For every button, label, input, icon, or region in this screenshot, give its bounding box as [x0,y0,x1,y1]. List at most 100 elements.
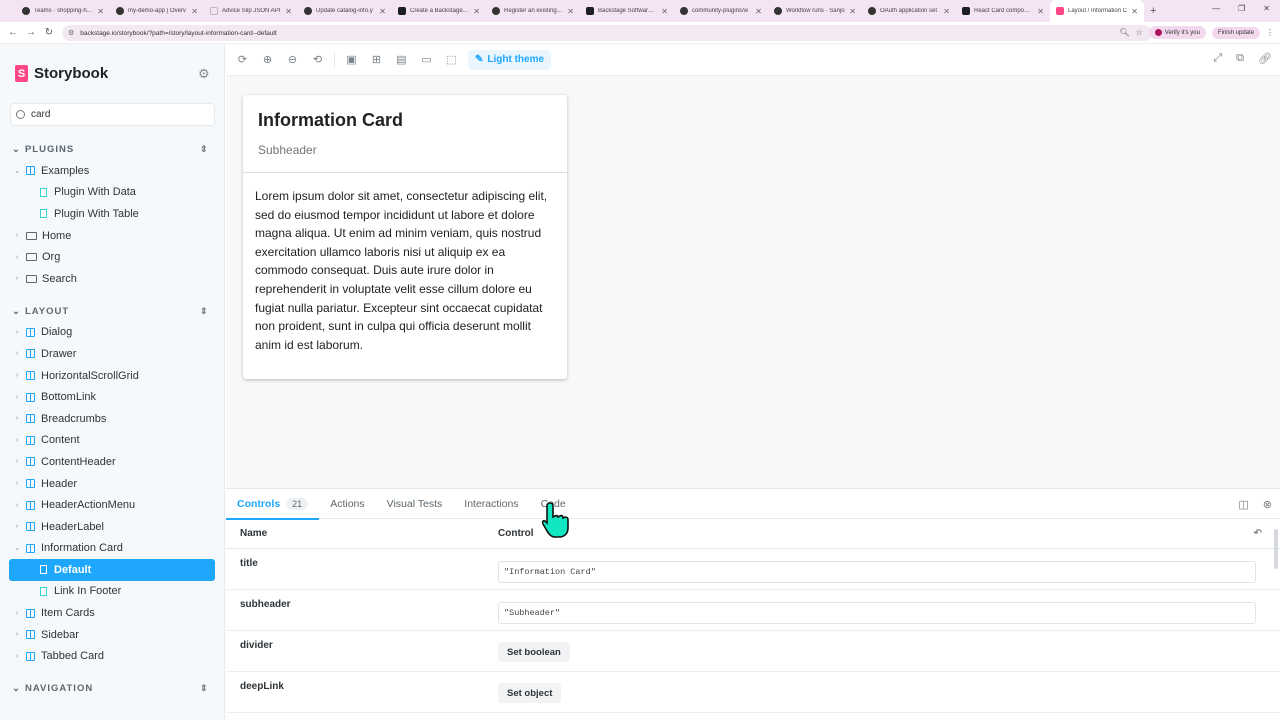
zoom-in-icon[interactable]: ⊕ [255,53,280,66]
browser-tab-backstage-software-ca[interactable]: Backstage Software Ca ✕ [580,0,674,22]
copy-link-icon[interactable]: 🔗︎ [1258,52,1272,65]
close-window-icon[interactable]: ✕ [1263,4,1270,13]
expand-collapse-icon[interactable]: ⇕ [200,683,209,694]
settings-gear-icon[interactable]: ⚙ [198,66,210,82]
restore-icon[interactable]: ❐ [1238,4,1245,13]
close-tab-icon[interactable]: ✕ [191,7,198,16]
control-set-button[interactable]: Set object [498,683,562,703]
browser-tab-register-an-existing-co[interactable]: Register an existing co ✕ [486,0,580,22]
browser-tab-advice-slip-json-api[interactable]: Advice Slip JSON API ✕ [204,0,298,22]
expand-collapse-icon[interactable]: ⇕ [200,306,209,317]
sidebar-item-search[interactable]: › Search [0,268,224,290]
browser-tab-update-catalog-info-y[interactable]: Update catalog-info.y ✕ [298,0,392,22]
section-navigation[interactable]: ⌄ NAVIGATION ⇕ [0,678,224,699]
measure-icon[interactable]: ▭ [414,53,439,66]
sidebar-item-label: ContentHeader [41,455,116,468]
tab-controls[interactable]: Controls 21 [226,489,320,520]
viewport-icon[interactable]: ▤ [389,53,414,66]
panel-scrollbar[interactable] [1274,529,1278,569]
sidebar-item-horizontalscrollgrid[interactable]: › HorizontalScrollGrid [0,365,224,387]
outline-icon[interactable]: ⬚ [439,53,464,66]
close-tab-icon[interactable]: ✕ [661,7,668,16]
bookmark-star-icon[interactable]: ☆ [1136,28,1143,37]
close-tab-icon[interactable]: ✕ [567,7,574,16]
reload-icon[interactable]: ↻ [40,27,58,38]
close-tab-icon[interactable]: ✕ [1131,7,1138,16]
sidebar-item-information-card[interactable]: ⌄ Information Card [0,538,224,560]
close-tab-icon[interactable]: ✕ [379,7,386,16]
sidebar-item-dialog[interactable]: › Dialog [0,322,224,344]
forward-icon[interactable]: → [22,27,40,38]
storybook-brand[interactable]: S Storybook [15,65,108,82]
control-text-input[interactable]: "Information Card" [498,561,1256,583]
sidebar-search-input[interactable]: card [10,103,215,126]
close-panel-icon[interactable]: ⊗ [1263,498,1272,511]
section-layout[interactable]: ⌄ LAYOUT ⇕ [0,301,224,322]
sidebar-item-headeractionmenu[interactable]: › HeaderActionMenu [0,494,224,516]
finish-update-button[interactable]: Finish update [1211,26,1260,39]
sidebar-item-drawer[interactable]: › Drawer [0,343,224,365]
browser-tab-create-a-backstage-pl[interactable]: Create a Backstage Pl ✕ [392,0,486,22]
browser-menu-icon[interactable]: ⋮ [1266,28,1274,37]
open-new-tab-icon[interactable]: ⧉ [1236,52,1244,65]
chevron-right-icon: › [15,652,19,660]
sidebar-item-item-cards[interactable]: › Item Cards [0,602,224,624]
close-tab-icon[interactable]: ✕ [285,7,292,16]
browser-tab-layout-information-c[interactable]: Layout / Information C ✕ [1050,0,1144,22]
sidebar-item-plugin-with-data[interactable]: Plugin With Data [0,182,224,204]
sidebar-item-contentheader[interactable]: › ContentHeader [0,451,224,473]
tab-actions[interactable]: Actions [319,489,375,519]
close-tab-icon[interactable]: ✕ [1037,7,1044,16]
grid-icon[interactable]: ⊞ [364,53,389,66]
expand-collapse-icon[interactable]: ⇕ [200,144,209,155]
sidebar-item-link-in-footer[interactable]: Link In Footer [0,581,224,603]
browser-tab-workflow-runs-sanjo[interactable]: Workflow runs · Sanjo ✕ [768,0,862,22]
zoom-out-icon[interactable]: ⊖ [280,53,305,66]
back-icon[interactable]: ← [4,27,22,38]
url-field[interactable]: ⚙ backstage.io/storybook/?path=/story/la… [62,25,1152,41]
browser-tab-react-card-componen[interactable]: React Card componen ✕ [956,0,1050,22]
theme-switch-button[interactable]: ✎ Light theme [468,49,552,70]
new-tab-icon[interactable]: + [1150,5,1156,17]
browser-tab-oauth-application-set[interactable]: OAuth application set ✕ [862,0,956,22]
fullscreen-icon[interactable]: ⤢ [1213,52,1222,65]
sidebar-item-tabbed-card[interactable]: › Tabbed Card [0,645,224,667]
browser-tab-community-plugins-w[interactable]: community-plugins/w ✕ [674,0,768,22]
close-tab-icon[interactable]: ✕ [943,7,950,16]
sidebar-item-label: Examples [41,164,90,177]
sidebar-item-sidebar[interactable]: › Sidebar [0,624,224,646]
control-set-button[interactable]: Set boolean [498,642,570,662]
minimize-icon[interactable]: — [1212,4,1220,13]
verify-profile-button[interactable]: Verify it's you [1148,26,1206,39]
sidebar-item-breadcrumbs[interactable]: › Breadcrumbs [0,408,224,430]
sidebar-item-content[interactable]: › Content [0,430,224,452]
section-plugins[interactable]: ⌄ PLUGINS ⇕ [0,139,224,160]
sidebar-item-org[interactable]: › Org [0,246,224,268]
close-tab-icon[interactable]: ✕ [473,7,480,16]
sidebar-item-headerlabel[interactable]: › HeaderLabel [0,516,224,538]
sidebar-item-plugin-with-table[interactable]: Plugin With Table [0,203,224,225]
close-tab-icon[interactable]: ✕ [849,7,856,16]
sidebar-item-examples[interactable]: ⌄ Examples [0,160,224,182]
site-info-icon[interactable]: ⚙ [68,29,74,37]
tab-interactions[interactable]: Interactions [453,489,529,519]
zoom-icon[interactable]: 🔍︎ [1119,28,1129,37]
browser-tab-teams-shopping-hub[interactable]: Teams · shopping-hub ✕ [16,0,110,22]
sidebar-item-home[interactable]: › Home [0,225,224,247]
remount-icon[interactable]: ⟳ [230,53,255,66]
close-tab-icon[interactable]: ✕ [755,7,762,16]
search-icon [16,110,25,119]
reset-controls-icon[interactable]: ↶ [1254,528,1262,539]
browser-tab-my-demo-app-overv[interactable]: my-demo-app | Overv ✕ [110,0,204,22]
browser-tab-title: React Card componen [974,8,1034,14]
zoom-reset-icon[interactable]: ⟲ [305,53,330,66]
sidebar-item-bottomlink[interactable]: › BottomLink [0,386,224,408]
sidebar-item-default[interactable]: Default [9,559,215,581]
sidebar-item-header[interactable]: › Header [0,473,224,495]
background-icon[interactable]: ▣ [339,53,364,66]
story-bookmark-icon [40,586,47,596]
control-text-input[interactable]: "Subheader" [498,602,1256,624]
close-tab-icon[interactable]: ✕ [97,7,104,16]
panel-orientation-icon[interactable]: ◫ [1238,498,1248,511]
tab-visual-tests[interactable]: Visual Tests [376,489,454,519]
